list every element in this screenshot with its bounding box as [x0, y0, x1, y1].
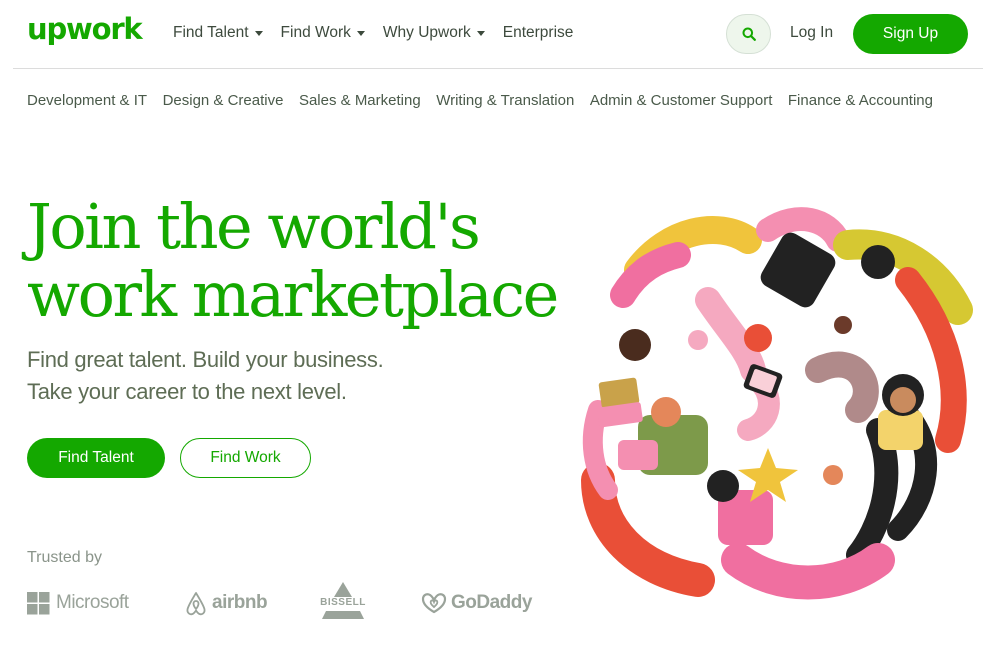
top-header: upwork Find Talent Find Work Why Upwork … — [0, 0, 989, 69]
microsoft-logo: Microsoft — [27, 588, 129, 618]
headline-line-2: work marketplace — [27, 258, 559, 331]
find-talent-button[interactable]: Find Talent — [27, 438, 165, 478]
category-development-it[interactable]: Development & IT — [27, 92, 147, 109]
category-bar: Development & IT Design & Creative Sales… — [27, 92, 948, 109]
upwork-logo[interactable]: upwork — [27, 12, 143, 46]
godaddy-wordmark: GoDaddy — [451, 592, 532, 613]
microsoft-squares-icon — [27, 591, 50, 614]
microsoft-wordmark: Microsoft — [56, 592, 129, 613]
nav-enterprise[interactable]: Enterprise — [503, 24, 574, 42]
airbnb-wordmark: airbnb — [212, 592, 268, 613]
bissell-logo: BISSELL — [314, 580, 372, 622]
nav-enterprise-label: Enterprise — [502, 24, 574, 41]
chevron-down-icon — [476, 30, 485, 36]
subtitle-line-2: Take your career to the next level. — [27, 379, 347, 404]
search-button[interactable] — [726, 14, 771, 54]
login-link[interactable]: Log In — [790, 24, 833, 42]
godaddy-heart-icon — [421, 593, 447, 614]
godaddy-logo: GoDaddy — [421, 588, 532, 618]
nav-find-talent-label: Find Talent — [173, 24, 249, 41]
chevron-down-icon — [254, 30, 263, 36]
hero-illustration — [581, 207, 973, 600]
bissell-wordmark: BISSELL — [314, 597, 372, 608]
chevron-down-icon — [356, 30, 365, 36]
search-icon — [742, 27, 756, 41]
hero-headline: Join the world's work marketplace — [27, 190, 559, 331]
nav-find-work-label: Find Work — [280, 24, 351, 41]
subtitle-line-1: Find great talent. Build your business. — [27, 347, 384, 372]
nav-find-work[interactable]: Find Work — [281, 24, 365, 42]
category-finance-accounting[interactable]: Finance & Accounting — [788, 92, 933, 109]
category-design-creative[interactable]: Design & Creative — [163, 92, 284, 109]
signup-button[interactable]: Sign Up — [853, 14, 968, 54]
category-sales-marketing[interactable]: Sales & Marketing — [299, 92, 421, 109]
main-nav: Find Talent Find Work Why Upwork Enterpr… — [173, 24, 591, 42]
airbnb-belo-icon — [186, 592, 206, 616]
category-writing-translation[interactable]: Writing & Translation — [436, 92, 574, 109]
hero-subtitle: Find great talent. Build your business. … — [27, 344, 384, 408]
trusted-by-label: Trusted by — [27, 549, 102, 566]
headline-line-1: Join the world's — [27, 190, 481, 263]
find-work-button[interactable]: Find Work — [180, 438, 311, 478]
nav-find-talent[interactable]: Find Talent — [173, 24, 263, 42]
category-admin-support[interactable]: Admin & Customer Support — [590, 92, 773, 109]
header-divider — [13, 68, 983, 69]
nav-why-upwork[interactable]: Why Upwork — [383, 24, 485, 42]
airbnb-logo: airbnb — [184, 588, 268, 618]
nav-why-upwork-label: Why Upwork — [382, 24, 471, 41]
